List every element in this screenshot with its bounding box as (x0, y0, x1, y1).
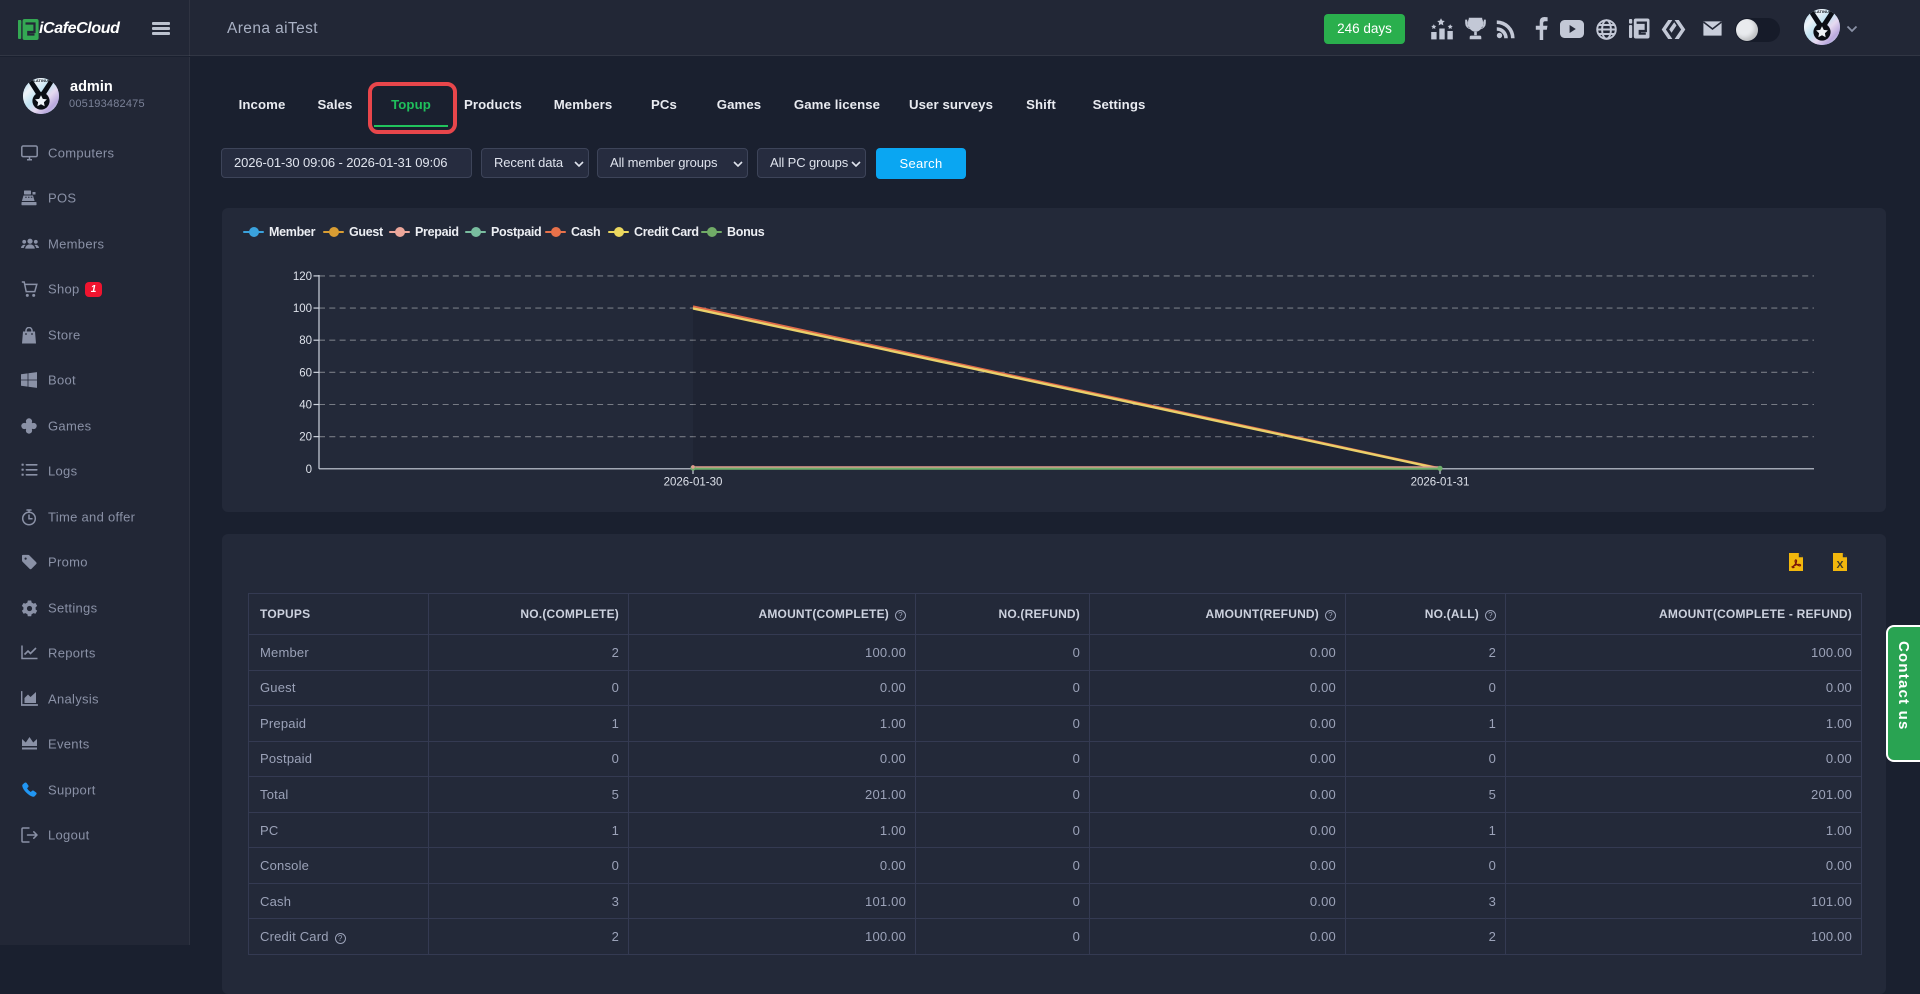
svg-text:X: X (1836, 559, 1843, 571)
svg-text:120: 120 (293, 271, 312, 283)
svg-text:60: 60 (299, 367, 312, 379)
svg-text:80: 80 (299, 335, 312, 347)
svg-text:40: 40 (299, 400, 312, 412)
svg-text:2026-01-31: 2026-01-31 (1411, 477, 1470, 489)
svg-text:2026-01-30: 2026-01-30 (664, 477, 723, 489)
svg-text:100: 100 (293, 303, 312, 315)
svg-text:0: 0 (306, 464, 312, 476)
svg-text:PLATINUM: PLATINUM (31, 78, 52, 83)
svg-text:20: 20 (299, 432, 312, 444)
svg-text:PLATINUM: PLATINUM (1812, 9, 1833, 14)
